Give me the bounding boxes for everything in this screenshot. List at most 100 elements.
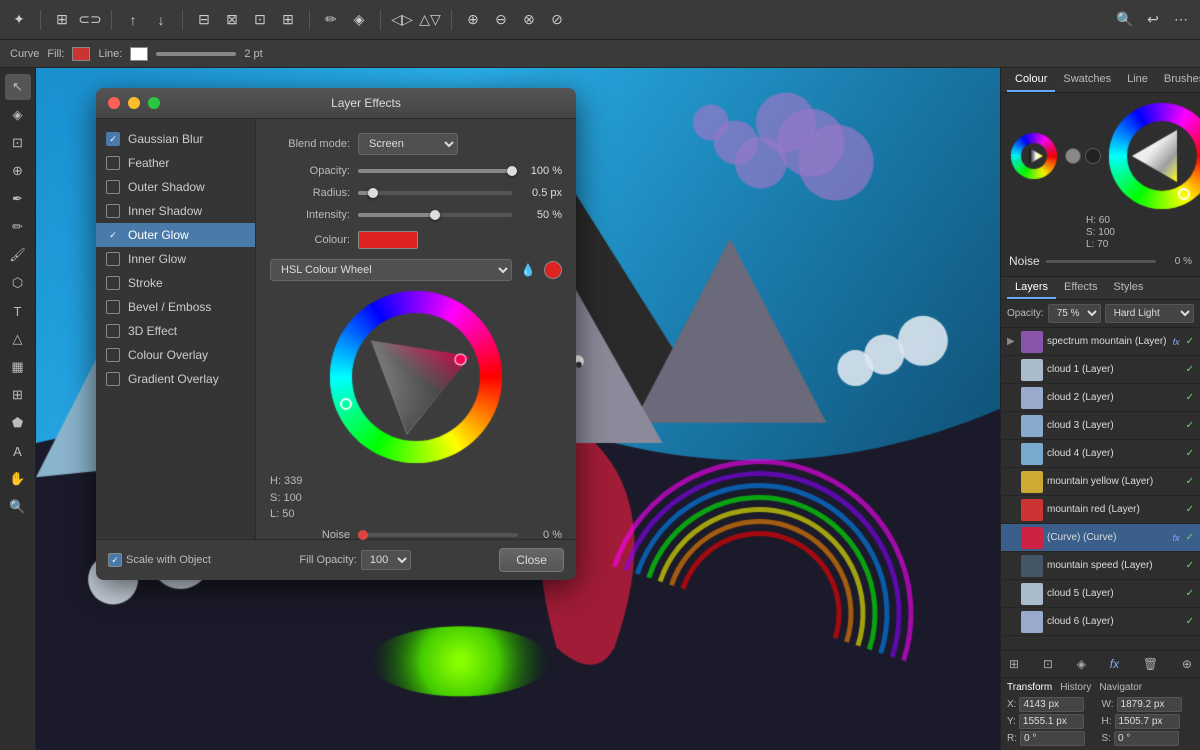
layer-item[interactable]: mountain red (Layer)✓ <box>1001 496 1200 524</box>
gradient-tool[interactable]: ▦ <box>5 354 31 380</box>
opacity-dropdown-right[interactable]: 75 % <box>1048 304 1101 323</box>
layer-item[interactable]: cloud 1 (Layer)✓ <box>1001 356 1200 384</box>
effect-item-inner-shadow[interactable]: Inner Shadow <box>96 199 255 223</box>
opacity-slider[interactable] <box>358 169 512 173</box>
effect-check-icon[interactable] <box>106 156 120 170</box>
shape-tool[interactable]: △ <box>5 326 31 352</box>
effect-item-outer-shadow[interactable]: Outer Shadow <box>96 175 255 199</box>
layer-item[interactable]: ▶spectrum mountain (Layer)fx✓ <box>1001 328 1200 356</box>
picker-type-dropdown[interactable]: HSL Colour WheelRGB SlidersCMYK SlidersH… <box>270 259 512 281</box>
fx-icon[interactable]: fx <box>1108 655 1121 673</box>
colour-wheel-wrapper[interactable] <box>326 287 506 467</box>
tab-colour[interactable]: Colour <box>1007 68 1055 92</box>
magnify-tool[interactable]: 🔍 <box>5 494 31 520</box>
swatch-grey[interactable] <box>1065 148 1081 164</box>
hand-tool[interactable]: ✋ <box>5 466 31 492</box>
tab-line[interactable]: Line <box>1119 68 1156 92</box>
layer-visibility-icon[interactable]: ✓ <box>1186 448 1194 459</box>
minimize-window-button[interactable] <box>128 97 140 109</box>
tab-transform[interactable]: Transform <box>1007 682 1052 693</box>
crop-tool[interactable]: ⊡ <box>5 130 31 156</box>
dialog-noise-slider[interactable] <box>358 533 518 537</box>
layer-item[interactable]: mountain yellow (Layer)✓ <box>1001 468 1200 496</box>
intersect-icon[interactable]: ⊗ <box>518 9 540 31</box>
history-icon[interactable]: ↩ <box>1142 9 1164 31</box>
grid-icon[interactable]: ⊞ <box>51 9 73 31</box>
arrange-icon[interactable]: ⊞ <box>277 9 299 31</box>
adjustment-icon[interactable]: ◈ <box>1075 655 1088 673</box>
canvas-area[interactable]: Layer Effects ✓Gaussian BlurFeatherOuter… <box>36 68 1000 750</box>
select-tool[interactable]: ↖ <box>5 74 31 100</box>
effect-check-icon[interactable] <box>106 276 120 290</box>
transform-icon[interactable]: ⊡ <box>249 9 271 31</box>
fill-tool[interactable]: ⬡ <box>5 270 31 296</box>
swatch-black[interactable] <box>1085 148 1101 164</box>
subtract-icon[interactable]: ⊖ <box>490 9 512 31</box>
brush-tool[interactable]: 🖌 <box>5 242 31 268</box>
layer-visibility-icon[interactable]: ✓ <box>1186 504 1194 515</box>
w-input[interactable] <box>1117 697 1182 712</box>
pen-icon[interactable]: ✏ <box>320 9 342 31</box>
colour-wheel-canvas[interactable] <box>326 287 506 467</box>
app-icon[interactable]: ✦ <box>8 9 30 31</box>
text-tool[interactable]: T <box>5 298 31 324</box>
effect-check-icon[interactable] <box>106 348 120 362</box>
layer-visibility-icon[interactable]: ✓ <box>1186 532 1194 543</box>
node-icon[interactable]: ◈ <box>348 9 370 31</box>
effect-item-3d-effect[interactable]: 3D Effect <box>96 319 255 343</box>
search-icon[interactable]: 🔍 <box>1114 9 1136 31</box>
right-colour-wheel[interactable] <box>1107 101 1200 211</box>
mask-icon[interactable]: ⊡ <box>1041 655 1055 673</box>
export-icon[interactable]: ↑ <box>122 9 144 31</box>
h-input[interactable] <box>1115 714 1180 729</box>
effect-item-bevel-emboss[interactable]: Bevel / Emboss <box>96 295 255 319</box>
blend-mode-dropdown[interactable]: NormalScreenMultiplyOverlayHard LightSof… <box>358 133 458 155</box>
share-icon[interactable]: ⊂⊃ <box>79 9 101 31</box>
tab-history[interactable]: History <box>1060 682 1091 693</box>
layer-item[interactable]: cloud 4 (Layer)✓ <box>1001 440 1200 468</box>
line-width-slider[interactable] <box>156 52 236 56</box>
effect-item-outer-glow[interactable]: ✓Outer Glow <box>96 223 255 247</box>
effect-item-stroke[interactable]: Stroke <box>96 271 255 295</box>
effect-item-colour-overlay[interactable]: Colour Overlay <box>96 343 255 367</box>
effect-check-icon[interactable] <box>106 372 120 386</box>
line-color-swatch[interactable] <box>130 47 148 61</box>
colour-swatch-dialog[interactable] <box>358 231 418 249</box>
divide-icon[interactable]: ⊘ <box>546 9 568 31</box>
layer-visibility-icon[interactable]: ✓ <box>1186 588 1194 599</box>
layer-visibility-icon[interactable]: ✓ <box>1186 392 1194 403</box>
small-colour-wheel[interactable] <box>1009 131 1059 181</box>
mirror-h-icon[interactable]: ◁▷ <box>391 9 413 31</box>
layer-visibility-icon[interactable]: ✓ <box>1186 476 1194 487</box>
effect-check-icon[interactable] <box>106 180 120 194</box>
pencil-tool[interactable]: ✏ <box>5 214 31 240</box>
more-icon[interactable]: ⋯ <box>1170 9 1192 31</box>
eyedropper-icon[interactable]: 💧 <box>518 260 538 280</box>
intensity-slider[interactable] <box>358 213 512 217</box>
align-icon[interactable]: ⊠ <box>221 9 243 31</box>
snap-icon[interactable]: ⊟ <box>193 9 215 31</box>
import-icon[interactable]: ↓ <box>150 9 172 31</box>
layer-visibility-icon[interactable]: ✓ <box>1186 364 1194 375</box>
effect-item-gradient-overlay[interactable]: Gradient Overlay <box>96 367 255 391</box>
radius-slider[interactable] <box>358 191 512 195</box>
effect-item-feather[interactable]: Feather <box>96 151 255 175</box>
layer-item[interactable]: cloud 5 (Layer)✓ <box>1001 580 1200 608</box>
fill-color-swatch[interactable] <box>72 47 90 61</box>
effect-check-icon[interactable] <box>106 204 120 218</box>
picker-colour-dot[interactable] <box>544 261 562 279</box>
layer-item[interactable]: cloud 3 (Layer)✓ <box>1001 412 1200 440</box>
effect-item-gaussian-blur[interactable]: ✓Gaussian Blur <box>96 127 255 151</box>
layer-item[interactable]: cloud 6 (Layer)✓ <box>1001 608 1200 636</box>
s-input[interactable] <box>1114 731 1179 746</box>
tab-styles[interactable]: Styles <box>1105 277 1151 299</box>
type-tool[interactable]: A <box>5 438 31 464</box>
tab-effects[interactable]: Effects <box>1056 277 1105 299</box>
effect-check-icon[interactable] <box>106 324 120 338</box>
node-tool[interactable]: ◈ <box>5 102 31 128</box>
r-input[interactable] <box>1020 731 1085 746</box>
vector-tool[interactable]: ⬟ <box>5 410 31 436</box>
right-noise-slider[interactable] <box>1046 260 1156 263</box>
y-input[interactable] <box>1019 714 1084 729</box>
close-window-button[interactable] <box>108 97 120 109</box>
